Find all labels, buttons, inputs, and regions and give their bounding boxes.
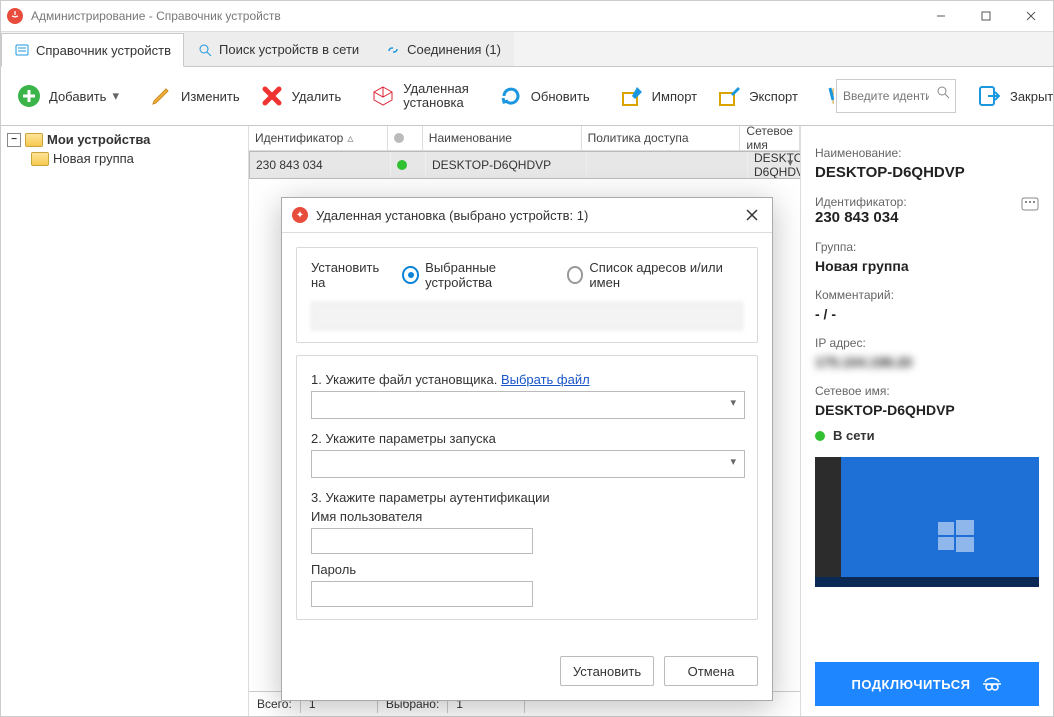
status-online-icon xyxy=(815,431,825,441)
detail-name: DESKTOP-D6QHDVP xyxy=(815,164,1039,181)
col-status[interactable] xyxy=(388,126,423,150)
detail-group-label: Группа: xyxy=(815,240,1039,254)
col-network[interactable]: Сетевое имя xyxy=(740,126,800,150)
close-window-button[interactable] xyxy=(1008,1,1053,31)
toolbar: Добавить ▾ Изменить Удалить Удаленнаяуст… xyxy=(1,67,1053,126)
tab-connections[interactable]: Соединения (1) xyxy=(372,32,514,66)
tab-discover[interactable]: Поиск устройств в сети xyxy=(184,32,372,66)
import-button[interactable]: Импорт xyxy=(610,78,705,114)
delete-button[interactable]: Удалить xyxy=(250,78,350,114)
main-tabs: Справочник устройств Поиск устройств в с… xyxy=(1,32,1053,67)
edit-button[interactable]: Изменить xyxy=(139,78,248,114)
password-input[interactable] xyxy=(311,581,533,607)
details-panel: Наименование: DESKTOP-D6QHDVP Идентифика… xyxy=(801,126,1053,716)
app-icon: ✦ xyxy=(292,207,308,223)
dialog-title: Удаленная установка (выбрано устройств: … xyxy=(316,208,588,223)
col-policy[interactable]: Политика доступа xyxy=(582,126,741,150)
delete-icon xyxy=(258,82,286,110)
columns-icon xyxy=(826,82,834,110)
search-icon xyxy=(936,85,950,102)
step1-label: 1. Укажите файл установщика. Выбрать фай… xyxy=(311,372,743,387)
tree-root[interactable]: − Мои устройства xyxy=(3,130,246,149)
package-icon xyxy=(369,82,397,110)
export-button[interactable]: Экспорт xyxy=(707,78,806,114)
detail-comment-label: Комментарий: xyxy=(815,288,1039,302)
plus-icon xyxy=(15,82,43,110)
detail-name-label: Наименование: xyxy=(815,146,1039,160)
tab-devices[interactable]: Справочник устройств xyxy=(1,33,184,67)
titlebar: Администрирование - Справочник устройств xyxy=(1,1,1053,32)
connect-button[interactable]: подключиться xyxy=(815,662,1039,706)
detail-net-label: Сетевое имя: xyxy=(815,384,1039,398)
col-id[interactable]: Идентификатор▵ xyxy=(249,126,388,150)
window-title: Администрирование - Справочник устройств xyxy=(31,9,281,23)
collapse-icon[interactable]: − xyxy=(7,133,21,147)
detail-online: В сети xyxy=(815,428,1039,443)
device-tree: − Мои устройства Новая группа xyxy=(1,126,249,716)
keyboard-icon[interactable] xyxy=(1021,197,1039,214)
refresh-icon xyxy=(497,82,525,110)
install-on-label: Установить на xyxy=(311,260,390,290)
username-label: Имя пользователя xyxy=(311,509,743,524)
choose-file-link[interactable]: Выбрать файл xyxy=(501,372,590,387)
remote-install-dialog: ✦ Удаленная установка (выбрано устройств… xyxy=(281,197,773,701)
search-wrap xyxy=(836,79,956,113)
detail-net: DESKTOP-D6QHDVP xyxy=(815,402,1039,418)
add-button[interactable]: Добавить ▾ xyxy=(7,78,127,114)
minimize-button[interactable] xyxy=(918,1,963,31)
list-icon xyxy=(14,42,30,58)
remote-install-button[interactable]: Удаленнаяустановка xyxy=(361,78,477,115)
dialog-close-button[interactable] xyxy=(742,205,762,225)
radio-on-icon xyxy=(402,266,419,284)
maximize-button[interactable] xyxy=(963,1,1008,31)
tree-group[interactable]: Новая группа xyxy=(3,149,246,168)
status-online-icon xyxy=(397,160,407,170)
step2-label: 2. Укажите параметры запуска xyxy=(311,431,743,446)
export-icon xyxy=(715,82,743,110)
radio-off-icon xyxy=(567,266,584,284)
chevron-down-icon: ▾ xyxy=(112,88,119,104)
exit-icon xyxy=(976,82,1004,110)
detail-ip-label: IP адрес: xyxy=(815,336,1039,350)
dialog-titlebar: ✦ Удаленная установка (выбрано устройств… xyxy=(282,198,772,233)
detail-id: 230 843 034 xyxy=(815,209,1015,226)
detail-comment: - / - xyxy=(815,306,1039,322)
username-input[interactable] xyxy=(311,528,533,554)
search-icon xyxy=(197,42,213,58)
refresh-button[interactable]: Обновить xyxy=(489,78,598,114)
step3-label: 3. Укажите параметры аутентификации xyxy=(311,490,743,505)
app-icon xyxy=(7,8,23,24)
installer-file-select[interactable] xyxy=(311,391,745,419)
pencil-icon xyxy=(147,82,175,110)
windows-icon xyxy=(936,516,976,559)
screen-thumbnail[interactable] xyxy=(815,457,1039,587)
install-button[interactable]: Установить xyxy=(560,656,654,686)
spy-icon xyxy=(981,672,1003,697)
grid-header: Идентификатор▵ Наименование Политика дос… xyxy=(249,126,800,151)
launch-params-select[interactable] xyxy=(311,450,745,478)
import-icon xyxy=(618,82,646,110)
columns-button[interactable]: Колонки xyxy=(818,78,834,114)
cancel-button[interactable]: Отмена xyxy=(664,656,758,686)
tab-label: Соединения (1) xyxy=(407,42,501,57)
radio-address-list[interactable]: Список адресов и/или имен xyxy=(567,260,743,290)
col-name[interactable]: Наименование xyxy=(423,126,582,150)
tab-label: Поиск устройств в сети xyxy=(219,42,359,57)
table-row[interactable]: 230 843 034 DESKTOP-D6QHDVP DESKTOP-D6QH… xyxy=(249,151,800,179)
password-label: Пароль xyxy=(311,562,743,577)
detail-id-label: Идентификатор: xyxy=(815,195,1015,209)
detail-group: Новая группа xyxy=(815,258,1039,274)
tab-label: Справочник устройств xyxy=(36,43,171,58)
folder-icon xyxy=(31,152,49,166)
detail-ip: 175.104.198.20 xyxy=(815,354,1039,370)
close-button[interactable]: Закрыть xyxy=(968,78,1054,114)
radio-selected-devices[interactable]: Выбранные устройства xyxy=(402,260,554,290)
address-list-input-disabled xyxy=(311,302,743,330)
link-icon xyxy=(385,42,401,58)
sort-asc-icon: ▵ xyxy=(347,131,353,145)
folder-icon xyxy=(25,133,43,147)
